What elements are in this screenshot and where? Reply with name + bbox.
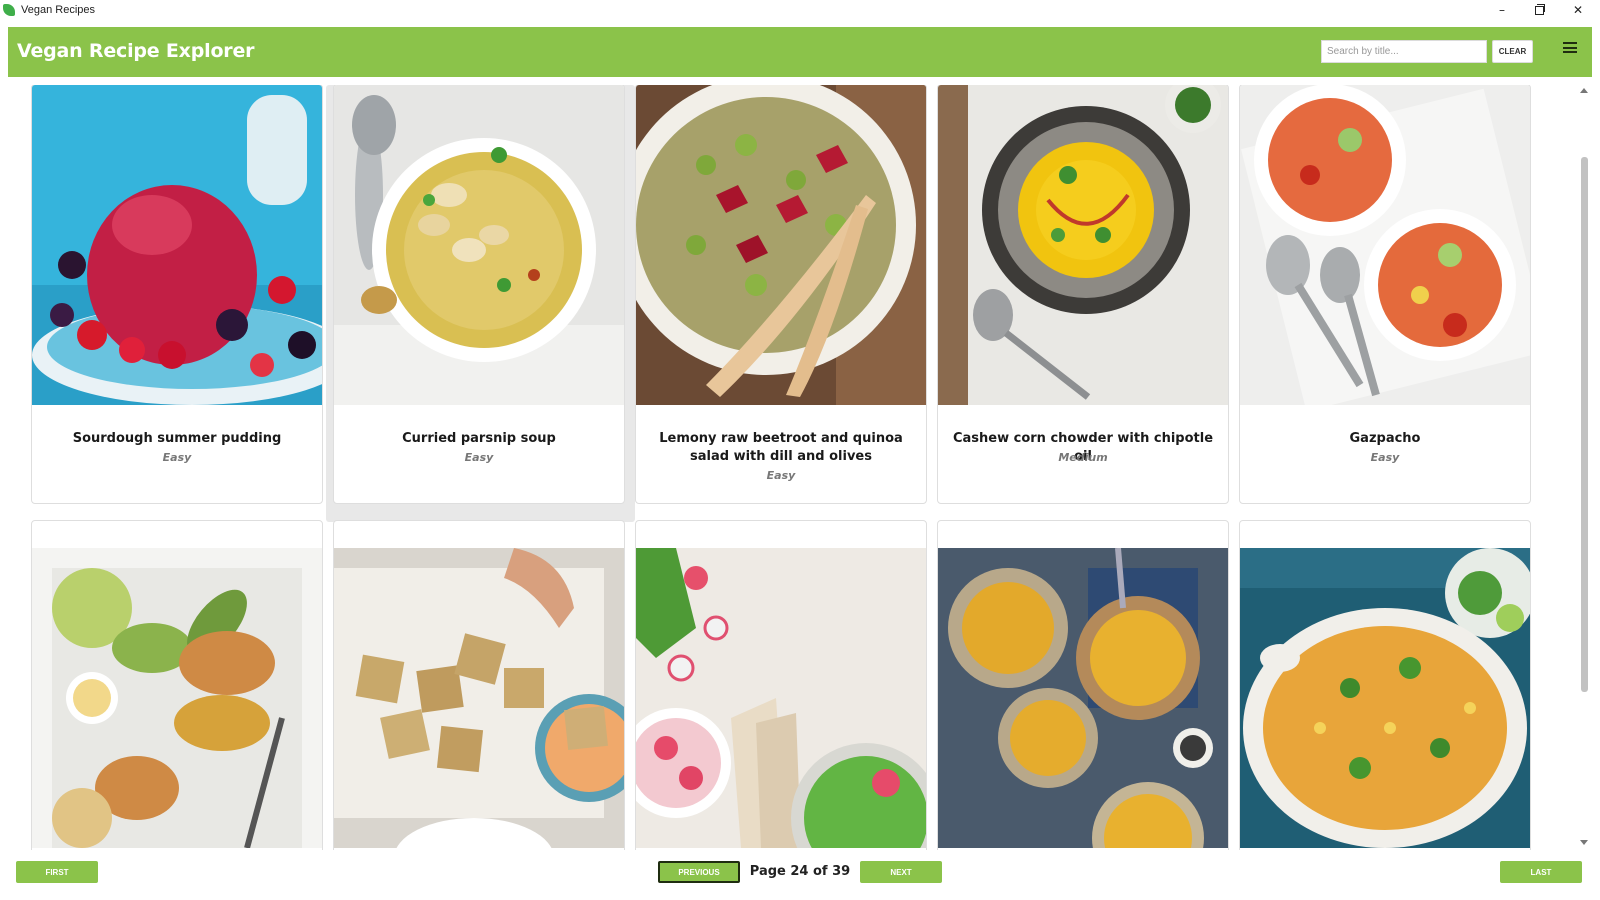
veggie-burger-photo [32, 548, 322, 848]
recipe-difficulty: Easy [464, 451, 494, 464]
recipe-card[interactable]: Sourdough summer pudding Easy [31, 85, 323, 504]
scroll-down-arrow-icon[interactable] [1580, 840, 1588, 845]
recipe-card[interactable] [333, 520, 625, 850]
recipe-difficulty: Easy [162, 451, 192, 464]
hamburger-menu-icon[interactable] [1563, 42, 1577, 53]
radish-pea-dip-photo [636, 548, 926, 848]
recipe-card[interactable]: Cashew corn chowder with chipotle oil Me… [937, 85, 1229, 504]
beetroot-quinoa-salad-photo [636, 85, 926, 405]
recipe-title: Gazpacho [1349, 431, 1421, 446]
recipe-difficulty: Easy [766, 469, 796, 482]
scroll-up-arrow-icon[interactable] [1580, 88, 1588, 93]
previous-page-button[interactable]: PREVIOUS [658, 861, 740, 883]
minimize-button[interactable]: – [1484, 0, 1520, 20]
recipe-title: Sourdough summer pudding [72, 431, 282, 446]
clear-button[interactable]: CLEAR [1492, 40, 1533, 63]
recipe-title: Curried parsnip soup [402, 431, 556, 446]
recipe-card[interactable] [31, 520, 323, 850]
corn-chowder-photo [938, 85, 1228, 405]
first-page-button[interactable]: FIRST [16, 861, 98, 883]
recipe-card[interactable]: Lemony raw beetroot and quinoa salad wit… [635, 85, 927, 504]
tofu-skewers-photo [334, 548, 624, 848]
scroll-thumb[interactable] [1581, 157, 1588, 692]
restore-button[interactable] [1521, 0, 1557, 20]
parsnip-soup-photo [334, 85, 624, 405]
search-input[interactable] [1321, 40, 1487, 63]
leaf-icon [3, 4, 15, 16]
recipe-card[interactable] [1239, 520, 1531, 850]
recipe-difficulty: Easy [1370, 451, 1400, 464]
recipe-title: Lemony raw beetroot and quinoa salad wit… [659, 431, 903, 464]
app-header: Vegan Recipe Explorer CLEAR [8, 27, 1592, 77]
recipe-difficulty: Medium [1058, 451, 1108, 464]
close-button[interactable]: ✕ [1560, 0, 1596, 20]
next-page-button[interactable]: NEXT [860, 861, 942, 883]
gazpacho-photo [1240, 85, 1530, 405]
berry-pudding-photo [32, 85, 322, 405]
window-titlebar: Vegan Recipes – ✕ [0, 0, 1600, 20]
pagination-bar: FIRST PREVIOUS Page 24 of 39 NEXT LAST [0, 850, 1600, 900]
recipe-card[interactable]: Curried parsnip soup Easy [333, 85, 625, 504]
restore-icon [1534, 3, 1545, 15]
last-page-button[interactable]: LAST [1500, 861, 1582, 883]
page-title: Vegan Recipe Explorer [17, 40, 255, 62]
recipe-card[interactable] [937, 520, 1229, 850]
vertical-scrollbar[interactable] [1576, 85, 1592, 850]
curry-pot-photo [1240, 548, 1530, 848]
window-title: Vegan Recipes [21, 4, 95, 16]
recipe-grid: Sourdough summer pudding Easy Curried pa… [31, 85, 1559, 850]
page-indicator: Page 24 of 39 [749, 864, 851, 879]
recipe-card[interactable] [635, 520, 927, 850]
mac-cheese-bowls-photo [938, 548, 1228, 848]
recipe-card[interactable]: Gazpacho Easy [1239, 85, 1531, 504]
